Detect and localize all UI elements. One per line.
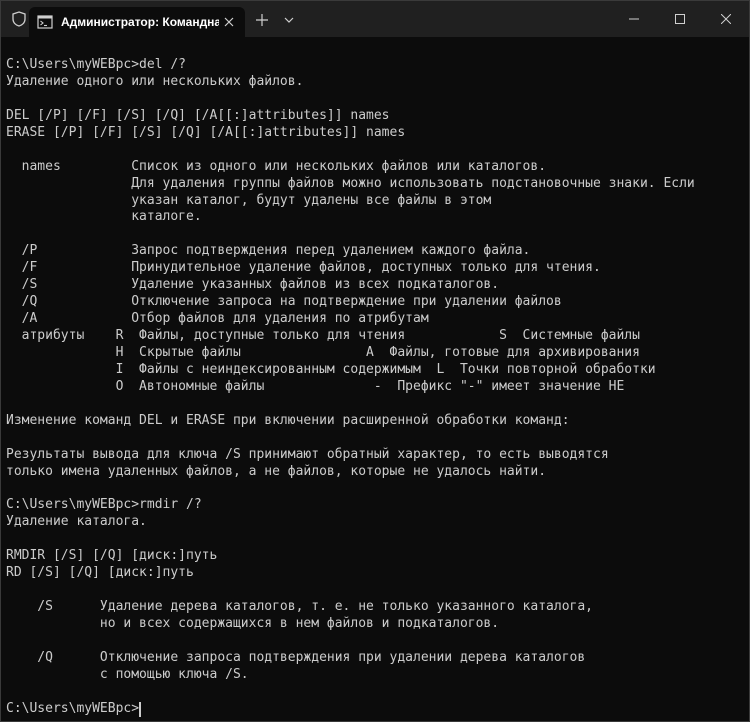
close-icon xyxy=(721,14,731,24)
console-line: Удаление каталога. xyxy=(6,514,147,530)
console-line: I Файлы с неиндексированным содержимым L… xyxy=(6,361,656,377)
console-line: Результаты вывода для ключа /S принимают… xyxy=(6,446,609,462)
console-line: /S Удаление указанных файлов из всех под… xyxy=(6,277,500,293)
console-output[interactable]: C:\Users\myWEBpc>del /? Удаление одного и… xyxy=(6,57,749,721)
console-line: с помощью ключа /S. xyxy=(6,666,249,682)
console-line: указан каталог, будут удалены все файлы … xyxy=(6,192,492,208)
prompt-line[interactable]: C:\Users\myWEBpc> xyxy=(6,701,749,718)
minimize-button[interactable] xyxy=(611,1,657,37)
chevron-down-icon xyxy=(284,17,294,23)
maximize-icon xyxy=(675,14,685,24)
close-button[interactable] xyxy=(703,1,749,37)
console-line: каталоге. xyxy=(6,209,202,225)
terminal-window: Администратор: Командная C:\Users\myWEBp… xyxy=(0,0,750,722)
maximize-button[interactable] xyxy=(657,1,703,37)
console-line: RMDIR [/S] [/Q] [диск:]путь xyxy=(6,548,218,564)
console-line: DEL [/P] [/F] [/S] [/Q] [/A[[:]attribute… xyxy=(6,107,390,123)
console-line: только имена удаленных файлов, а не файл… xyxy=(6,463,547,479)
console-line: H Скрытые файлы A Файлы, готовые для арх… xyxy=(6,344,640,360)
title-bar: Администратор: Командная xyxy=(1,1,749,37)
console-line: атрибуты R Файлы, доступные только для ч… xyxy=(6,328,640,343)
new-tab-button[interactable] xyxy=(251,9,273,31)
console-line: RD [/S] [/Q] [диск:]путь xyxy=(6,565,194,581)
close-tab-button[interactable] xyxy=(219,12,239,32)
tab-dropdown-button[interactable] xyxy=(279,9,299,31)
console-line: /Q Отключение запроса на подтверждение п… xyxy=(6,294,562,310)
console-line: /S Удаление дерева каталогов, т. е. не т… xyxy=(6,599,593,614)
console-line: но и всех содержащихся в нем файлов и по… xyxy=(6,615,500,631)
window-controls xyxy=(611,1,749,37)
minimize-icon xyxy=(629,18,639,20)
console-line: ERASE [/P] [/F] [/S] [/Q] [/A[[:]attribu… xyxy=(6,124,406,140)
console-line: Удаление одного или нескольких файлов. xyxy=(6,73,304,89)
console-line: /F Принудительное удаление файлов, досту… xyxy=(6,260,601,276)
console-line: /P Запрос подтверждения перед удалением … xyxy=(6,243,531,259)
console-line: C:\Users\myWEBpc>rmdir /? xyxy=(6,497,202,513)
tab-title: Администратор: Командная xyxy=(61,15,219,29)
prompt-text: C:\Users\myWEBpc> xyxy=(6,700,140,716)
plus-icon xyxy=(256,14,268,26)
text-cursor xyxy=(139,701,142,717)
tab-terminal[interactable]: Администратор: Командная xyxy=(29,7,245,37)
console-line: Изменение команд DEL и ERASE при включен… xyxy=(6,412,570,428)
console-line: /Q Отключение запроса подтверждения при … xyxy=(6,649,586,665)
console-line: O Автономные файлы - Префикс "-" имеет з… xyxy=(6,378,625,394)
console-line: names Список из одного или нескольких фа… xyxy=(6,158,547,174)
console-line: Для удаления группы файлов можно использ… xyxy=(6,175,695,191)
console-line: /A Отбор файлов для удаления по атрибута… xyxy=(6,311,429,327)
console-line: C:\Users\myWEBpc>del /? xyxy=(6,57,187,72)
terminal-icon xyxy=(37,14,53,30)
